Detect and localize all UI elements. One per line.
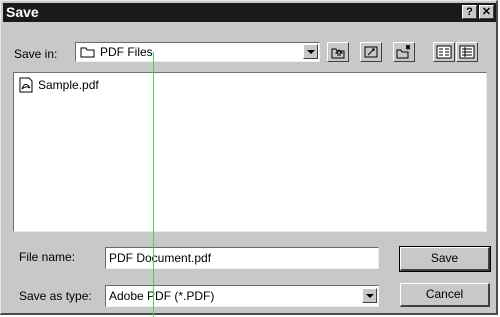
save-in-dropdown[interactable]: PDF Files bbox=[75, 42, 320, 62]
help-button[interactable]: ? bbox=[462, 5, 477, 19]
list-view-button[interactable] bbox=[433, 42, 455, 62]
save-in-folder-name: PDF Files bbox=[100, 45, 153, 59]
file-name-input[interactable]: PDF Document.pdf bbox=[105, 247, 379, 269]
cancel-button[interactable]: Cancel bbox=[400, 283, 490, 307]
save-as-type-value: Adobe PDF (*.PDF) bbox=[109, 289, 215, 303]
close-button[interactable]: ✕ bbox=[479, 5, 494, 19]
new-folder-button[interactable] bbox=[393, 42, 415, 62]
window-title: Save bbox=[6, 4, 39, 20]
file-name-label: Sample.pdf bbox=[38, 78, 99, 92]
folder-icon bbox=[80, 45, 96, 64]
pdf-file-icon bbox=[18, 77, 34, 98]
save-as-type-dropdown[interactable]: Adobe PDF (*.PDF) bbox=[105, 285, 379, 307]
up-folder-button[interactable] bbox=[327, 42, 349, 62]
list-view-icon bbox=[436, 45, 452, 59]
file-name-label-text: File name: bbox=[19, 250, 76, 264]
guide-line bbox=[153, 52, 154, 317]
save-button[interactable]: Save bbox=[399, 246, 491, 272]
details-view-icon bbox=[459, 45, 475, 59]
new-folder-icon bbox=[396, 44, 411, 59]
up-folder-icon bbox=[331, 48, 345, 59]
file-list[interactable]: Sample.pdf bbox=[13, 72, 487, 232]
save-in-dropdown-arrow[interactable] bbox=[303, 44, 318, 59]
desktop-button[interactable] bbox=[360, 42, 382, 62]
desktop-icon bbox=[364, 46, 378, 58]
save-in-label: Save in: bbox=[14, 47, 58, 61]
save-as-type-dropdown-arrow[interactable] bbox=[362, 288, 377, 303]
details-view-button[interactable] bbox=[456, 42, 478, 62]
title-bar[interactable]: Save ? ✕ bbox=[3, 3, 496, 22]
save-as-type-label: Save as type: bbox=[19, 289, 92, 303]
save-dialog: Save ? ✕ Save in: PDF Files Sample.pdf F… bbox=[0, 0, 498, 315]
